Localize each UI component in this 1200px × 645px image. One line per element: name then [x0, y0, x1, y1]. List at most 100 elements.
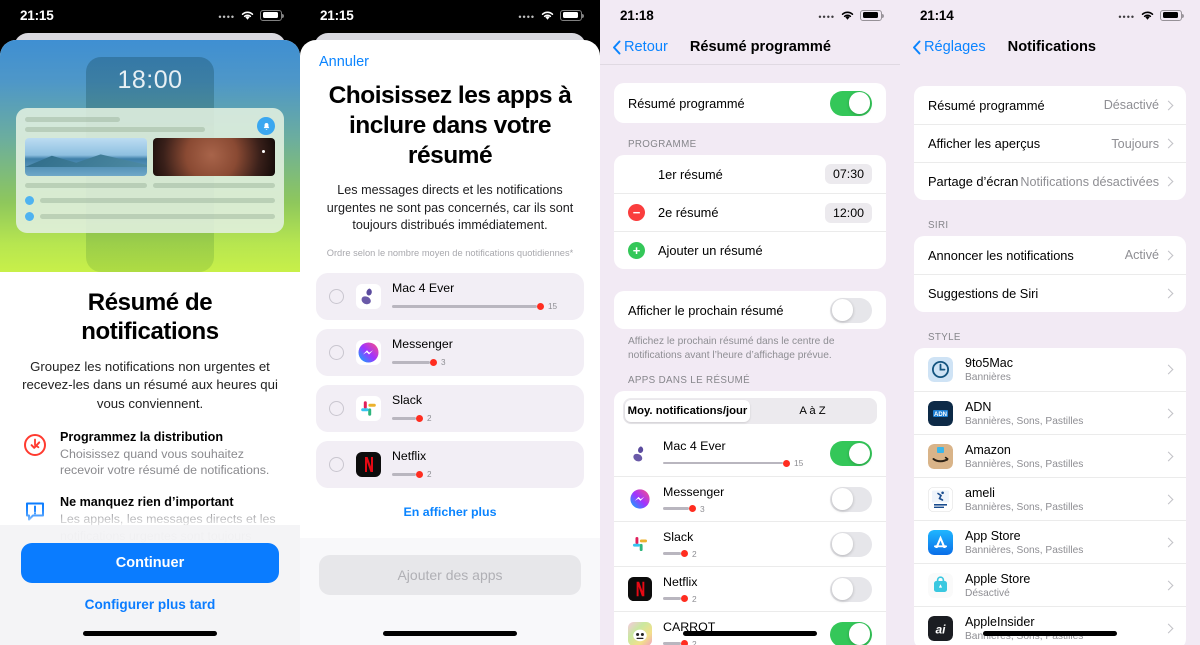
show-more-button[interactable]: En afficher plus: [316, 505, 584, 519]
row-show-previews[interactable]: Afficher les aperçus Toujours: [914, 124, 1186, 162]
chevron-right-icon: [1163, 364, 1174, 375]
radio-icon[interactable]: [329, 345, 344, 361]
gauge-knob-icon: [430, 359, 437, 366]
feature-title: Programmez la distribution: [60, 429, 224, 444]
radio-icon[interactable]: [329, 289, 344, 305]
page-title: Choisissez les apps à inclure dans votre…: [328, 82, 572, 169]
cancel-button[interactable]: Annuler: [300, 40, 369, 70]
home-indicator: [983, 631, 1117, 636]
row-value: Notifications désactivées: [1020, 174, 1159, 189]
app-meta: Mac 4 Ever 15: [663, 439, 830, 468]
notification-gauge: 3: [663, 504, 830, 514]
app-name: Messenger: [663, 484, 725, 499]
netflix-icon: [356, 452, 381, 478]
list-item[interactable]: Mac 4 Ever 15: [316, 273, 584, 321]
gauge-track: [663, 461, 783, 465]
gauge-count: 2: [427, 470, 432, 479]
app-toggle[interactable]: [830, 621, 872, 645]
home-indicator: [383, 631, 517, 636]
row-siri-suggestions[interactable]: Suggestions de Siri: [914, 274, 1186, 312]
radio-icon[interactable]: [329, 401, 344, 417]
list-item[interactable]: App Store Bannières, Sons, Pastilles: [914, 520, 1186, 563]
app-style: Désactivé: [965, 587, 1010, 599]
notification-gauge: 2: [663, 549, 830, 559]
segment-average-notifications[interactable]: Moy. notifications/jour: [625, 400, 750, 423]
app-toggle[interactable]: [830, 576, 872, 602]
choose-apps-sheet: Annuler Choisissez les apps à inclure da…: [300, 40, 600, 645]
minus-icon[interactable]: −: [628, 204, 645, 221]
row-label: Annoncer les notifications: [928, 247, 1074, 263]
row-screen-sharing[interactable]: Partage d’écran Notifications désactivée…: [914, 162, 1186, 200]
table-row[interactable]: Slack 2: [614, 521, 886, 566]
gauge-knob-icon: [416, 415, 423, 422]
app-toggle[interactable]: [830, 531, 872, 557]
app-name: Netflix: [663, 574, 698, 589]
panel-notifications-settings: 21:14 •••• Réglages Notifications Résumé…: [900, 0, 1200, 645]
list-item[interactable]: Netflix 2: [316, 441, 584, 489]
apps-in-summary-card: Moy. notifications/jour A à Z Mac 4 Ever…: [614, 391, 886, 645]
wifi-icon: [841, 11, 854, 20]
gauge-knob-icon: [783, 459, 790, 467]
chevron-right-icon: [1163, 408, 1174, 418]
show-next-summary-toggle[interactable]: [830, 297, 872, 323]
notification-gauge: 15: [663, 458, 830, 468]
app-toggle[interactable]: [830, 486, 872, 512]
sort-segmented-control[interactable]: Moy. notifications/jour A à Z: [623, 398, 877, 425]
row-label: Afficher les aperçus: [928, 136, 1041, 151]
bell-icon: [257, 117, 275, 135]
chevron-right-icon: [1163, 176, 1174, 187]
table-row[interactable]: Mac 4 Ever 15: [614, 431, 886, 476]
row-scheduled-summary-toggle[interactable]: Résumé programmé: [614, 83, 886, 123]
table-row[interactable]: Messenger 3: [614, 476, 886, 521]
list-item[interactable]: ameli Bannières, Sons, Pastilles: [914, 477, 1186, 520]
plus-icon[interactable]: +: [628, 242, 645, 259]
radio-icon[interactable]: [329, 457, 344, 473]
app-meta: Apple Store Désactivé: [965, 572, 1165, 599]
segment-alphabetical[interactable]: A à Z: [750, 400, 875, 422]
ordering-note: Ordre selon le nombre moyen de notificat…: [326, 248, 574, 259]
scheduled-summary-toggle[interactable]: [830, 90, 872, 116]
row-first-summary[interactable]: 1er résumé 07:30: [614, 155, 886, 193]
list-item[interactable]: ADN ADN Bannières, Sons, Pastilles: [914, 391, 1186, 434]
list-item[interactable]: Slack 2: [316, 385, 584, 433]
app-toggle[interactable]: [830, 441, 872, 467]
style-apps-card: 9to5Mac Bannières ADN ADN Bannières, Son…: [914, 348, 1186, 645]
schedule-card: 1er résumé 07:30 − 2e résumé 12:00 + Ajo…: [614, 155, 886, 269]
list-item[interactable]: Messenger 3: [316, 329, 584, 377]
continue-button[interactable]: Continuer: [21, 543, 279, 583]
list-item[interactable]: Apple Store Désactivé: [914, 563, 1186, 606]
row-second-summary[interactable]: − 2e résumé 12:00: [614, 193, 886, 231]
back-button[interactable]: Retour: [612, 39, 668, 55]
intro-sheet: 18:00 Résumé de notifications Groupez le…: [0, 40, 300, 645]
list-item[interactable]: 9to5Mac Bannières: [914, 348, 1186, 391]
row-add-summary[interactable]: + Ajouter un résumé: [614, 231, 886, 269]
status-indicators: ••••: [818, 9, 884, 22]
chevron-left-icon: [913, 40, 921, 54]
wifi-icon: [241, 11, 254, 20]
row-label: Partage d’écran: [928, 174, 1019, 189]
placeholder-row: [25, 212, 275, 221]
back-button[interactable]: Réglages: [912, 39, 986, 55]
adn-icon: ADN: [928, 400, 953, 426]
table-row[interactable]: CARROT 2: [614, 611, 886, 645]
first-summary-time[interactable]: 07:30: [824, 164, 872, 184]
row-show-next-summary[interactable]: Afficher le prochain résumé: [614, 291, 886, 329]
section-header-apps: APPS DANS LE RÉSUMÉ: [628, 375, 751, 387]
clock-check-icon: [22, 432, 48, 458]
app-name: Netflix: [392, 449, 427, 464]
setup-later-button[interactable]: Configurer plus tard: [21, 597, 279, 612]
row-announce-notifications[interactable]: Annoncer les notifications Activé: [914, 236, 1186, 274]
app-meta: Mac 4 Ever 15: [392, 282, 571, 311]
row-scheduled-summary[interactable]: Résumé programmé Désactivé: [914, 86, 1186, 124]
add-apps-button[interactable]: Ajouter des apps: [319, 555, 581, 595]
second-summary-time[interactable]: 12:00: [824, 202, 872, 223]
app-style: Bannières, Sons, Pastilles: [965, 544, 1084, 556]
hero-illustration: 18:00: [0, 40, 300, 272]
row-label: Ajouter un résumé: [658, 243, 763, 258]
choose-apps-footer: Ajouter des apps: [300, 538, 600, 645]
list-item[interactable]: Amazon Bannières, Sons, Pastilles: [914, 434, 1186, 477]
app-meta: 9to5Mac Bannières: [965, 356, 1165, 383]
list-item[interactable]: ai AppleInsider Bannières, Sons, Pastill…: [914, 606, 1186, 645]
app-name: Messenger: [392, 337, 453, 352]
table-row[interactable]: Netflix 2: [614, 566, 886, 611]
